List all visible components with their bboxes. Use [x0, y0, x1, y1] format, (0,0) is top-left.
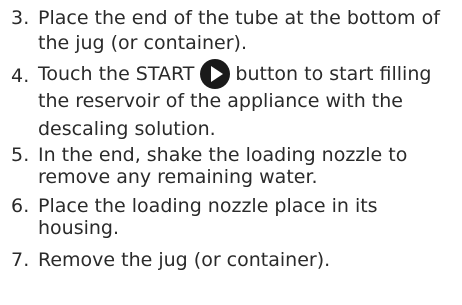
step-text-after-icon: button to start filling	[235, 62, 432, 85]
step-line-with-icon: Touch the START button to start filling	[38, 59, 458, 89]
step-line: housing.	[38, 217, 120, 239]
step-text-before-icon: Touch the START	[38, 62, 195, 85]
step-line: remove any remaining water.	[38, 166, 318, 188]
step-text: Remove the jug (or container).	[38, 248, 458, 273]
step-number: 5.	[11, 144, 30, 166]
step-number: 3.	[11, 7, 30, 29]
step-line: Place the loading nozzle place in its	[38, 195, 378, 217]
step-line: Remove the jug (or container).	[38, 249, 331, 271]
step-line: In the end, shake the loading nozzle to	[38, 144, 408, 166]
step-number: 4.	[11, 65, 30, 87]
step-line: Place the end of the tube at the bottom …	[38, 7, 440, 29]
step-text: Place the end of the tube at the bottom …	[38, 6, 458, 56]
step-line: descaling solution.	[38, 118, 216, 140]
step-text: Touch the START button to start filling …	[38, 59, 458, 140]
step-number: 7.	[11, 249, 30, 271]
step-number: 6.	[11, 195, 30, 217]
play-button-icon	[200, 59, 231, 89]
step-text: Place the loading nozzle place in its ho…	[38, 194, 458, 239]
step-line: the jug (or container).	[38, 32, 248, 54]
step-text: In the end, shake the loading nozzle to …	[38, 143, 458, 188]
step-line: the reservoir of the appliance with the	[38, 90, 403, 112]
